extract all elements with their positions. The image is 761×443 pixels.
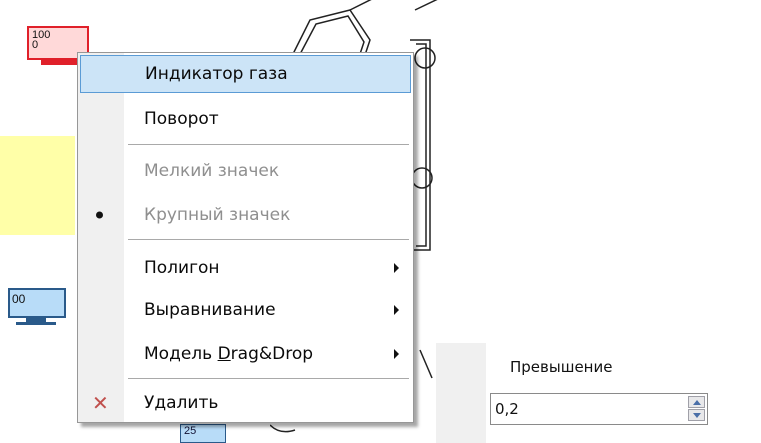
gas-sensor-base [41, 60, 79, 65]
context-menu: Индикатор газа Поворот Мелкий значек Кру… [77, 52, 414, 423]
menu-separator [128, 239, 409, 240]
small-value-box[interactable]: 25 [180, 424, 226, 443]
menu-item-small-icon: Мелкий значек [78, 152, 413, 190]
chevron-down-icon [693, 413, 701, 418]
properties-panel-gutter [436, 343, 486, 443]
monitor-value: 00 [12, 292, 26, 306]
label-part: Модель [144, 344, 218, 364]
label-accelerator: D [217, 344, 231, 364]
menu-item-label: Удалить [144, 393, 219, 413]
menu-item-alignment[interactable]: Выравнивание [78, 291, 413, 329]
submenu-arrow-icon [394, 349, 399, 359]
menu-item-gas-indicator[interactable]: Индикатор газа [80, 55, 411, 93]
submenu-arrow-icon [394, 263, 399, 273]
menu-item-label: Полигон [144, 258, 220, 278]
spin-up-button[interactable] [688, 396, 705, 408]
monitor-base [16, 322, 56, 325]
menu-separator [128, 378, 409, 379]
menu-item-rotate[interactable]: Поворот [78, 100, 413, 138]
menu-item-large-icon: Крупный значек [78, 196, 413, 234]
menu-item-label: Поворот [144, 109, 219, 129]
threshold-value[interactable]: 0,2 [495, 400, 519, 418]
menu-item-delete[interactable]: ✕ Удалить [78, 384, 413, 422]
gas-sensor-bottom-value: 0 [32, 39, 39, 51]
threshold-label: Превышение [510, 358, 613, 376]
radio-bullet-icon [96, 211, 103, 219]
menu-item-drag-drop-model[interactable]: Модель Drag&Drop [78, 335, 413, 373]
menu-item-label: Модель Drag&Drop [144, 344, 313, 364]
threshold-spin-input[interactable]: 0,2 [490, 393, 708, 425]
gas-sensor-values: 100 0 [32, 30, 50, 51]
spin-down-button[interactable] [688, 409, 705, 421]
spin-buttons [688, 396, 705, 422]
menu-item-label: Индикатор газа [145, 64, 288, 84]
menu-separator [128, 144, 409, 145]
delete-x-icon: ✕ [92, 391, 109, 415]
yellow-zone [0, 136, 75, 235]
chevron-up-icon [693, 400, 701, 405]
submenu-arrow-icon [394, 305, 399, 315]
monitor-widget[interactable]: 00 [8, 288, 66, 318]
menu-item-label: Мелкий значек [144, 161, 280, 181]
menu-item-label: Выравнивание [144, 300, 276, 320]
menu-item-label: Крупный значек [144, 205, 291, 225]
menu-item-polygon[interactable]: Полигон [78, 249, 413, 287]
label-part: rag&Drop [230, 344, 314, 364]
